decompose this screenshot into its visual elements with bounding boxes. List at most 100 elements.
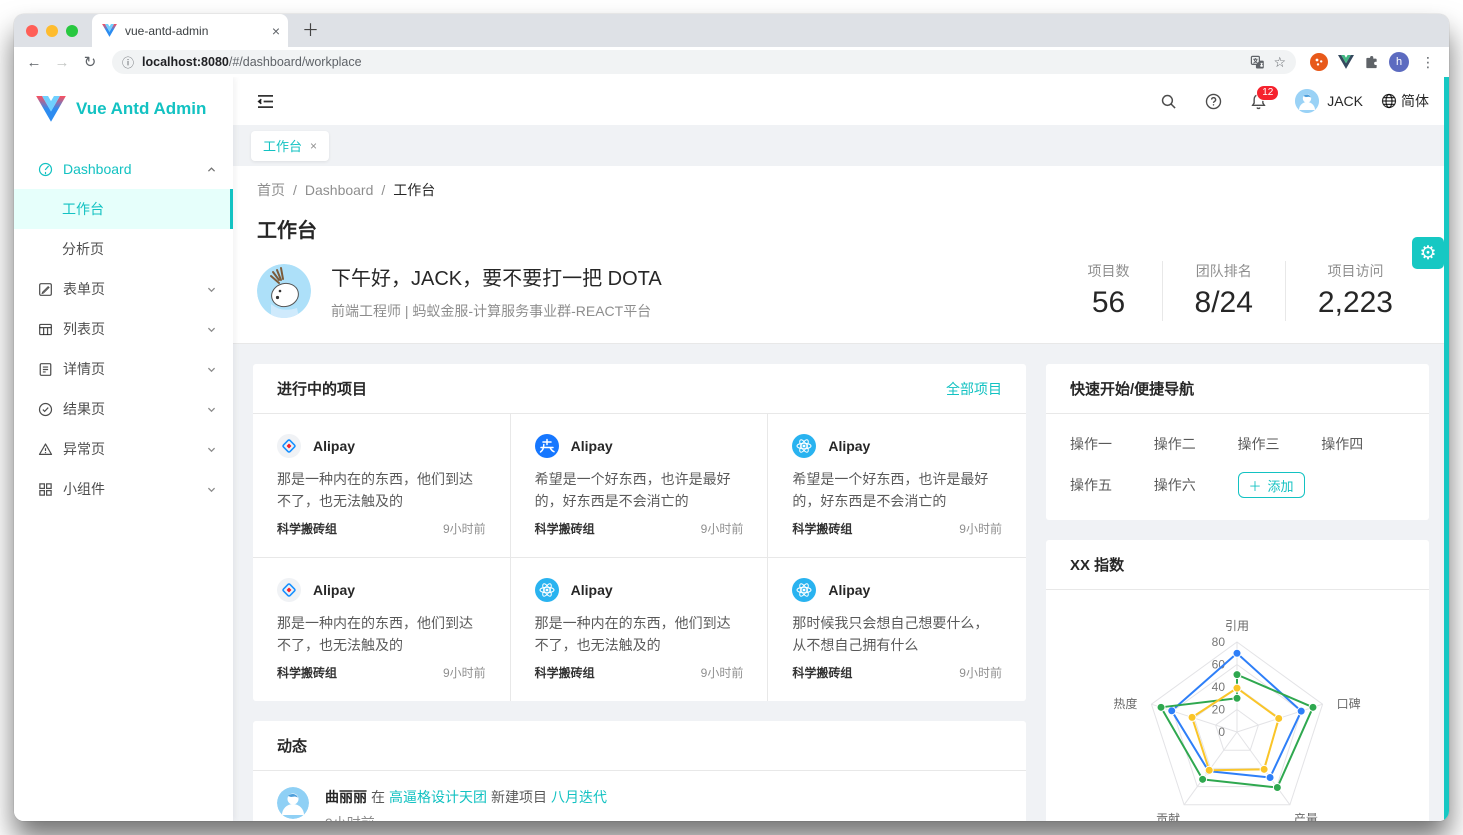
project-time: 9小时前 xyxy=(959,664,1002,681)
tab-close-icon[interactable]: × xyxy=(310,139,317,153)
project-name[interactable]: Alipay xyxy=(828,438,870,454)
project-card[interactable]: Alipay 那是一种内在的东西，他们到达不了，也无法触及的科学搬砖组 9小时前 xyxy=(511,558,769,701)
sidebar-item-result[interactable]: 结果页 xyxy=(14,389,233,429)
project-time: 9小时前 xyxy=(701,520,744,537)
vue-favicon-icon xyxy=(102,24,117,37)
sidebar-subitem-workplace[interactable]: 工作台 xyxy=(14,189,233,229)
username[interactable]: JACK xyxy=(1327,93,1363,109)
breadcrumb-home[interactable]: 首页 xyxy=(257,182,285,198)
svg-text:引用: 引用 xyxy=(1225,619,1249,633)
translate-icon[interactable] xyxy=(1250,55,1265,70)
quicknav-link-6[interactable]: 操作六 xyxy=(1154,475,1238,495)
stats-row: 项目数56团队排名8/24项目访问2,223 xyxy=(1056,261,1425,321)
page-tab-workplace[interactable]: 工作台 × xyxy=(251,131,329,161)
project-card[interactable]: Alipay那是一种内在的东西，他们到达不了，也无法触及的科学搬砖组9小时前 xyxy=(253,414,511,558)
antd-logo-icon xyxy=(277,578,301,602)
sidebar-item-dashboard[interactable]: Dashboard xyxy=(14,149,233,189)
svg-text:40: 40 xyxy=(1212,680,1226,694)
sidebar-item-exception[interactable]: 异常页 xyxy=(14,429,233,469)
activity-user[interactable]: 曲丽丽 xyxy=(325,789,367,805)
project-card[interactable]: Alipay那时候我只会想自己想要什么，从不想自己拥有什么科学搬砖组9小时前 xyxy=(768,558,1026,701)
project-group-link[interactable]: 科学搬砖组 xyxy=(535,520,595,537)
greeting-title: 下午好，JACK，要不要打一把 DOTA xyxy=(331,262,1056,291)
quicknav-link-3[interactable]: 操作三 xyxy=(1238,434,1322,454)
project-description: 那是一种内在的东西，他们到达不了，也无法触及的 xyxy=(277,612,486,656)
help-icon[interactable] xyxy=(1191,93,1236,110)
extensions-row: h ⋮ xyxy=(1306,52,1441,72)
quicknav-link-4[interactable]: 操作四 xyxy=(1321,434,1405,454)
vue-devtools-icon[interactable] xyxy=(1338,55,1354,69)
extensions-puzzle-icon[interactable] xyxy=(1364,55,1379,70)
add-button[interactable]: ＋添加 xyxy=(1238,472,1305,498)
activity-object-link[interactable]: 八月迭代 xyxy=(551,789,607,805)
refresh-button[interactable]: ↻ xyxy=(78,53,102,71)
quicknav-link-5[interactable]: 操作五 xyxy=(1070,475,1154,495)
language-switch[interactable]: 简体 xyxy=(1381,91,1429,111)
project-name[interactable]: Alipay xyxy=(828,582,870,598)
address-bar[interactable]: ⓘ localhost:8080/#/dashboard/workplace ☆ xyxy=(112,50,1296,74)
react-logo-icon xyxy=(535,578,559,602)
browser-menu-icon[interactable]: ⋮ xyxy=(1419,54,1437,71)
forward-button[interactable]: → xyxy=(50,54,74,71)
sidebar-item-detail[interactable]: 详情页 xyxy=(14,349,233,389)
project-description: 那是一种内在的东西，他们到达不了，也无法触及的 xyxy=(535,612,744,656)
warning-icon xyxy=(38,442,53,457)
chevron-down-icon xyxy=(206,484,217,495)
index-chart-card: XX 指数 020406080引用口碑产量贡献热度 abc xyxy=(1046,540,1429,821)
quicknav-card-title: 快速开始/便捷导航 xyxy=(1070,378,1405,399)
project-group-link[interactable]: 科学搬砖组 xyxy=(792,664,852,681)
sidebar-subitem-analysis[interactable]: 分析页 xyxy=(14,229,233,269)
project-group-link[interactable]: 科学搬砖组 xyxy=(792,520,852,537)
table-icon xyxy=(38,322,53,337)
browser-profile-avatar[interactable]: h xyxy=(1389,52,1409,72)
sidebar-item-form[interactable]: 表单页 xyxy=(14,269,233,309)
minimize-window-button[interactable] xyxy=(46,25,58,37)
settings-gear-button[interactable]: ⚙ xyxy=(1412,237,1444,269)
sidebar-item-list[interactable]: 列表页 xyxy=(14,309,233,349)
project-card[interactable]: Alipay那是一种内在的东西，他们到达不了，也无法触及的科学搬砖组9小时前 xyxy=(253,558,511,701)
project-name[interactable]: Alipay xyxy=(313,438,355,454)
react-logo-icon xyxy=(792,578,816,602)
activities-card-title: 动态 xyxy=(277,735,1002,756)
search-icon[interactable] xyxy=(1146,93,1191,110)
maximize-window-button[interactable] xyxy=(66,25,78,37)
project-name[interactable]: Alipay xyxy=(571,438,613,454)
plus-icon: ＋ xyxy=(1249,476,1262,495)
menu-fold-icon[interactable] xyxy=(257,94,274,109)
project-group-link[interactable]: 科学搬砖组 xyxy=(277,664,337,681)
quicknav-card: 快速开始/便捷导航 操作一操作二操作三操作四操作五操作六＋添加 xyxy=(1046,364,1429,520)
project-card[interactable]: Alipay希望是一个好东西，也许是最好的，好东西是不会消亡的科学搬砖组9小时前 xyxy=(768,414,1026,558)
activity-group-link[interactable]: 高逼格设计天团 xyxy=(389,789,487,805)
project-name[interactable]: Alipay xyxy=(571,582,613,598)
browser-tab[interactable]: vue-antd-admin × xyxy=(92,14,288,47)
close-window-button[interactable] xyxy=(26,25,38,37)
site-info-icon[interactable]: ⓘ xyxy=(122,54,134,71)
project-description: 那是一种内在的东西，他们到达不了，也无法触及的 xyxy=(277,468,486,512)
svg-text:产量: 产量 xyxy=(1294,812,1318,821)
breadcrumb: 首页/Dashboard/工作台 xyxy=(257,180,1425,200)
browser-toolbar: ← → ↻ ⓘ localhost:8080/#/dashboard/workp… xyxy=(14,47,1449,77)
tab-close-icon[interactable]: × xyxy=(272,23,280,39)
page-tabs-row: 工作台 × xyxy=(233,125,1449,166)
project-description: 希望是一个好东西，也许是最好的，好东西是不会消亡的 xyxy=(535,468,744,512)
user-avatar[interactable] xyxy=(1295,89,1319,113)
notifications-bell-icon[interactable]: 12 xyxy=(1236,93,1281,110)
back-button[interactable]: ← xyxy=(22,54,46,71)
sidebar-item-widget[interactable]: 小组件 xyxy=(14,469,233,509)
all-projects-link[interactable]: 全部项目 xyxy=(946,379,1002,399)
project-name[interactable]: Alipay xyxy=(313,582,355,598)
quicknav-link-2[interactable]: 操作二 xyxy=(1154,434,1238,454)
breadcrumb-dashboard[interactable]: Dashboard xyxy=(305,182,374,198)
page-header: 首页/Dashboard/工作台 工作台 xyxy=(233,166,1449,344)
project-group-link[interactable]: 科学搬砖组 xyxy=(535,664,595,681)
project-time: 9小时前 xyxy=(959,520,1002,537)
new-tab-button[interactable]: ＋ xyxy=(288,16,319,47)
project-time: 9小时前 xyxy=(701,664,744,681)
project-group-link[interactable]: 科学搬砖组 xyxy=(277,520,337,537)
quicknav-link-1[interactable]: 操作一 xyxy=(1070,434,1154,454)
project-card[interactable]: Alipay 希望是一个好东西，也许是最好的，好东西是不会消亡的科学搬砖组 9小时前 xyxy=(511,414,769,558)
app-logo[interactable]: Vue Antd Admin xyxy=(14,85,233,133)
extension-icon[interactable] xyxy=(1310,53,1328,71)
dashboard-icon xyxy=(38,162,53,177)
bookmark-star-icon[interactable]: ☆ xyxy=(1273,54,1286,71)
